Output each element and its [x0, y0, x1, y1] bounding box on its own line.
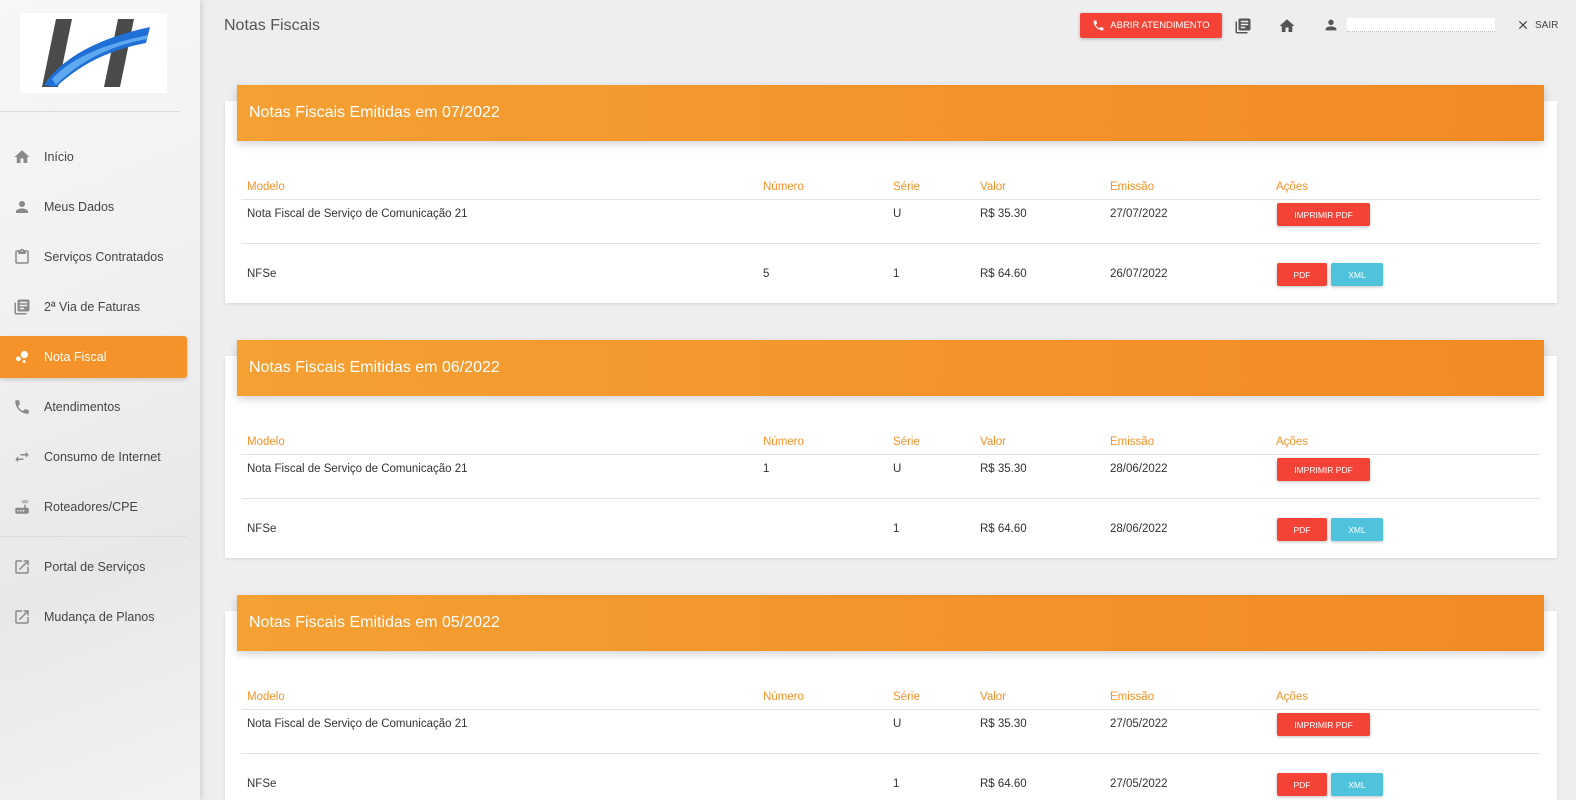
table-row: Nota Fiscal de Serviço de Comunicação 21… [241, 694, 1540, 754]
sidebar-item-meus-dados[interactable]: Meus Dados [0, 186, 187, 228]
external-link-icon [0, 558, 44, 576]
cell-serie: U [893, 463, 902, 475]
sidebar-item-atendimentos[interactable]: Atendimentos [0, 386, 187, 428]
sidebar-item-label: Atendimentos [44, 400, 121, 414]
invoice-card: Notas Fiscais Emitidas em 05/2022 Modelo… [225, 595, 1557, 800]
company-logo[interactable] [20, 13, 167, 93]
cell-modelo: NFSe [247, 778, 277, 790]
sidebar-item-servicos[interactable]: Serviços Contratados [0, 236, 187, 278]
print-pdf-button[interactable]: IMPRIMIR PDF [1277, 458, 1370, 481]
sidebar-item-roteadores[interactable]: Roteadores/CPE [0, 486, 187, 528]
sidebar-item-label: Mudança de Planos [44, 610, 155, 624]
sidebar-item-label: Serviços Contratados [44, 250, 164, 264]
cell-modelo: Nota Fiscal de Serviço de Comunicação 21 [247, 463, 468, 475]
pdf-button[interactable]: PDF [1277, 263, 1327, 286]
cell-modelo: Nota Fiscal de Serviço de Comunicação 21 [247, 208, 468, 220]
cell-modelo: Nota Fiscal de Serviço de Comunicação 21 [247, 718, 468, 730]
sidebar-item-consumo[interactable]: Consumo de Internet [0, 436, 187, 478]
cell-valor: R$ 64.60 [980, 523, 1027, 535]
pdf-button[interactable]: PDF [1277, 518, 1327, 541]
logout-label: SAIR [1535, 19, 1559, 31]
logout-button[interactable]: SAIR [1516, 18, 1558, 32]
user-menu[interactable] [1323, 17, 1495, 33]
cell-numero: 1 [763, 463, 770, 475]
cell-emissao: 27/05/2022 [1110, 778, 1168, 790]
cell-numero: 5 [763, 268, 770, 280]
table-row: Nota Fiscal de Serviço de Comunicação 21… [241, 439, 1540, 499]
cell-modelo: NFSe [247, 268, 277, 280]
table-row: NFSe 5 1 R$ 64.60 26/07/2022 PDF XML [241, 244, 1540, 304]
cell-emissao: 27/07/2022 [1110, 208, 1168, 220]
cell-emissao: 27/05/2022 [1110, 718, 1168, 730]
table-row: Nota Fiscal de Serviço de Comunicação 21… [241, 184, 1540, 244]
home-icon[interactable] [1278, 17, 1296, 35]
library-books-icon [0, 298, 44, 316]
sidebar-divider [0, 536, 187, 537]
cell-emissao: 28/06/2022 [1110, 463, 1168, 475]
sidebar-item-label: Portal de Serviços [44, 560, 146, 574]
sidebar-item-mudanca-planos[interactable]: Mudança de Planos [0, 596, 187, 638]
sidebar-item-portal[interactable]: Portal de Serviços [0, 546, 187, 588]
swap-icon [0, 448, 44, 466]
page-title: Notas Fiscais [224, 17, 321, 34]
cell-valor: R$ 64.60 [980, 778, 1027, 790]
cell-modelo: NFSe [247, 523, 277, 535]
sidebar-item-label: Nota Fiscal [44, 350, 107, 364]
cell-valor: R$ 35.30 [980, 718, 1027, 730]
invoices-icon[interactable] [1234, 17, 1252, 35]
sidebar-item-faturas[interactable]: 2ª Via de Faturas [0, 286, 187, 328]
sidebar-item-label: Roteadores/CPE [44, 500, 138, 514]
sidebar: Início Meus Dados Serviços Contratados 2… [0, 0, 200, 800]
bubble-icon [0, 348, 44, 366]
xml-button[interactable]: XML [1331, 773, 1383, 796]
person-icon [0, 198, 44, 216]
table-row: NFSe 1 R$ 64.60 27/05/2022 PDF XML [241, 754, 1540, 800]
table-row: NFSe 1 R$ 64.60 28/06/2022 PDF XML [241, 499, 1540, 559]
cell-serie: 1 [893, 778, 900, 790]
print-pdf-button[interactable]: IMPRIMIR PDF [1277, 203, 1370, 226]
cell-emissao: 26/07/2022 [1110, 268, 1168, 280]
sidebar-item-nota-fiscal[interactable]: Nota Fiscal [0, 336, 187, 378]
pdf-button[interactable]: PDF [1277, 773, 1327, 796]
invoice-card: Notas Fiscais Emitidas em 06/2022 Modelo… [225, 340, 1557, 559]
home-icon [0, 148, 44, 166]
open-ticket-button[interactable]: ABRIR ATENDIMENTO [1080, 13, 1222, 38]
phone-icon [1093, 20, 1104, 31]
card-title: Notas Fiscais Emitidas em 06/2022 [237, 340, 1544, 396]
cell-serie: U [893, 718, 902, 730]
card-title: Notas Fiscais Emitidas em 07/2022 [237, 85, 1544, 141]
external-link-icon [0, 608, 44, 626]
sidebar-item-label: Consumo de Internet [44, 450, 161, 464]
router-icon [0, 498, 44, 516]
sidebar-divider [0, 111, 180, 112]
cell-valor: R$ 64.60 [980, 268, 1027, 280]
phone-icon [0, 398, 44, 416]
person-icon [1325, 19, 1337, 31]
xml-button[interactable]: XML [1331, 263, 1383, 286]
close-icon [1518, 20, 1528, 30]
print-pdf-button[interactable]: IMPRIMIR PDF [1277, 713, 1370, 736]
cell-serie: 1 [893, 523, 900, 535]
sidebar-item-label: Meus Dados [44, 200, 115, 214]
cell-emissao: 28/06/2022 [1110, 523, 1168, 535]
cell-valor: R$ 35.30 [980, 463, 1027, 475]
sidebar-item-label: Início [44, 150, 74, 164]
cell-valor: R$ 35.30 [980, 208, 1027, 220]
sidebar-item-inicio[interactable]: Início [0, 136, 187, 178]
cell-serie: U [893, 208, 902, 220]
user-name-redacted [1347, 18, 1495, 32]
sidebar-item-label: 2ª Via de Faturas [44, 300, 141, 314]
cell-serie: 1 [893, 268, 900, 280]
card-title: Notas Fiscais Emitidas em 05/2022 [237, 595, 1544, 651]
xml-button[interactable]: XML [1331, 518, 1383, 541]
clipboard-icon [0, 248, 44, 266]
invoice-card: Notas Fiscais Emitidas em 07/2022 Modelo… [225, 85, 1557, 304]
open-ticket-label: ABRIR ATENDIMENTO [1110, 20, 1210, 31]
